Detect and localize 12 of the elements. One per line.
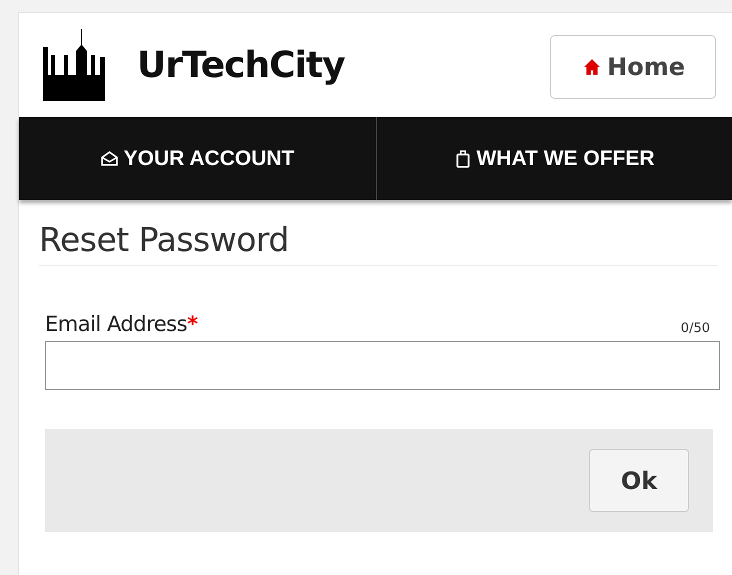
envelope-icon	[100, 150, 118, 167]
nav-link[interactable]: WHAT WE OFFER	[377, 117, 732, 200]
ok-button[interactable]: Ok	[589, 449, 689, 512]
home-button[interactable]: Home	[550, 35, 716, 99]
nav-link[interactable]: YOUR ACCOUNT	[19, 117, 377, 200]
bag-icon	[456, 150, 470, 168]
character-counter: 0/50	[680, 321, 710, 336]
page-title: Reset Password	[39, 220, 718, 266]
email-input[interactable]	[45, 341, 720, 390]
brand-name: UrTechCity	[137, 44, 345, 86]
field-label: Email Address*	[45, 312, 198, 336]
home-icon	[583, 58, 602, 76]
